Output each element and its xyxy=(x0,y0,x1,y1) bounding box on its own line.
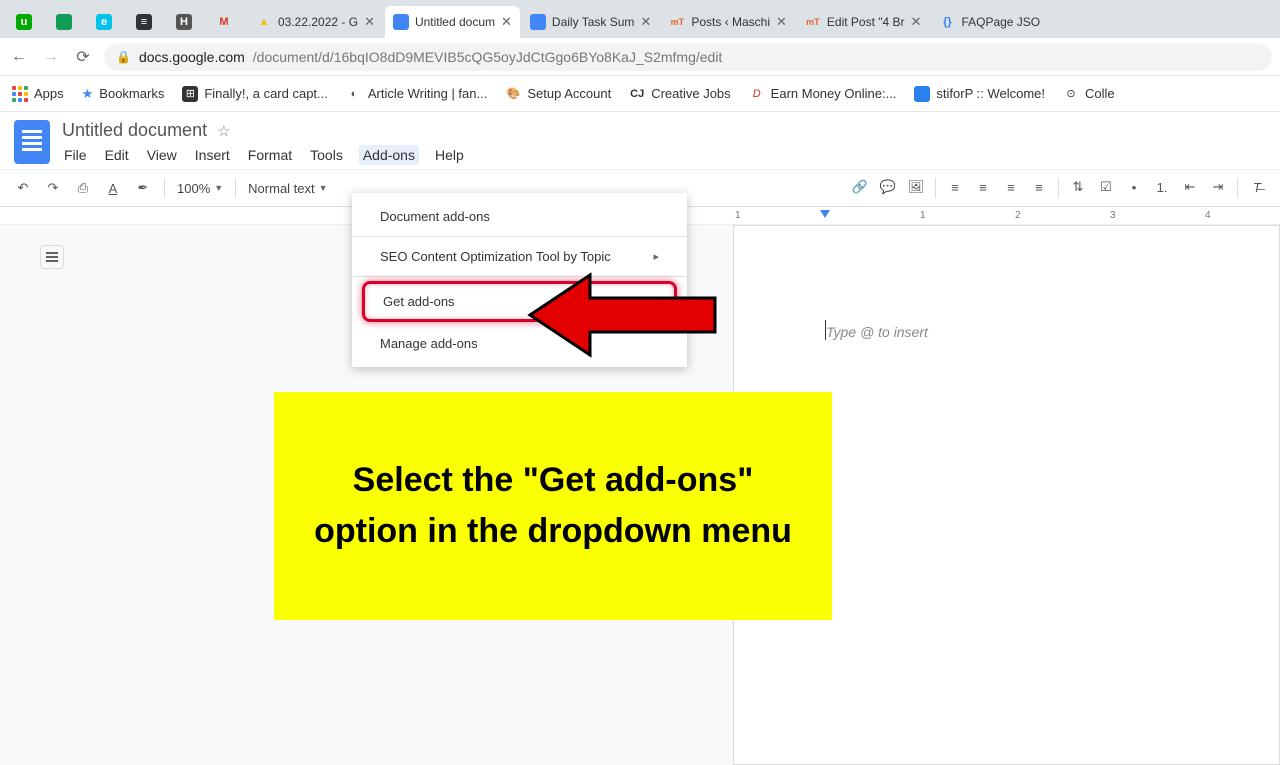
bookmarks-bar: Apps ★Bookmarks ⊞Finally!, a card capt..… xyxy=(0,76,1280,112)
apps-button[interactable]: Apps xyxy=(12,86,64,102)
close-icon[interactable]: ✕ xyxy=(640,14,651,30)
link-icon[interactable]: 🔗 xyxy=(851,178,869,196)
align-left-icon[interactable]: ≡ xyxy=(946,178,964,196)
zoom-select[interactable]: 100%▼ xyxy=(177,181,223,196)
clear-format-icon[interactable]: T̶ xyxy=(1248,178,1266,196)
number-list-icon[interactable]: 1. xyxy=(1153,178,1171,196)
indent-dec-icon[interactable]: ⇤ xyxy=(1181,178,1199,196)
bookmark-bookmarks[interactable]: ★Bookmarks xyxy=(82,86,165,102)
style-select[interactable]: Normal text▼ xyxy=(248,181,327,196)
bookmark-creative[interactable]: CJCreative Jobs xyxy=(629,86,730,102)
line-spacing-icon[interactable]: ⇅ xyxy=(1069,178,1087,196)
bookmark-earn[interactable]: DEarn Money Online:... xyxy=(749,86,897,102)
paint-format-icon[interactable]: ✒ xyxy=(134,179,152,197)
annotation-arrow-icon xyxy=(520,270,720,360)
menu-file[interactable]: File xyxy=(62,145,89,165)
tab-11[interactable]: mTEdit Post "4 Br✕ xyxy=(797,6,930,38)
tab-3[interactable]: e xyxy=(88,6,126,38)
callout-text: Select the "Get add-ons" option in the d… xyxy=(304,455,802,557)
dd-seo-tool[interactable]: SEO Content Optimization Tool by Topic▸ xyxy=(352,239,687,274)
tab-7[interactable]: ▲03.22.2022 - G✕ xyxy=(248,6,383,38)
address-row: ← → ⟳ 🔒 docs.google.com/document/d/16bqI… xyxy=(0,38,1280,76)
align-justify-icon[interactable]: ≡ xyxy=(1030,178,1048,196)
docs-header: Untitled document ☆ File Edit View Inser… xyxy=(0,112,1280,165)
bookmark-colle[interactable]: ⊙Colle xyxy=(1063,86,1115,102)
docs-logo-icon[interactable] xyxy=(14,120,50,164)
checklist-icon[interactable]: ☑ xyxy=(1097,178,1115,196)
spellcheck-icon[interactable]: A xyxy=(104,179,122,197)
indent-inc-icon[interactable]: ⇥ xyxy=(1209,178,1227,196)
url-path: /document/d/16bqIO8dD9MEVIB5cQG5oyJdCtGg… xyxy=(253,49,723,65)
menu-bar: File Edit View Insert Format Tools Add-o… xyxy=(62,145,1266,165)
document-title[interactable]: Untitled document xyxy=(62,120,207,141)
star-icon[interactable]: ☆ xyxy=(217,122,230,140)
lock-icon: 🔒 xyxy=(116,50,131,64)
image-icon[interactable]: 🖼 xyxy=(907,178,925,196)
outline-icon xyxy=(46,256,58,258)
menu-tools[interactable]: Tools xyxy=(308,145,345,165)
dd-document-addons[interactable]: Document add-ons xyxy=(352,199,687,234)
undo-icon[interactable]: ↶ xyxy=(14,179,32,197)
apps-icon xyxy=(12,86,28,102)
outline-button[interactable] xyxy=(40,245,64,269)
tab-9[interactable]: Daily Task Sum✕ xyxy=(522,6,659,38)
menu-insert[interactable]: Insert xyxy=(193,145,232,165)
menu-help[interactable]: Help xyxy=(433,145,466,165)
close-icon[interactable]: ✕ xyxy=(501,14,512,30)
menu-format[interactable]: Format xyxy=(246,145,294,165)
print-icon[interactable]: ⎙ xyxy=(74,179,92,197)
tab-1[interactable]: u xyxy=(8,6,46,38)
bookmark-stiforp[interactable]: stiforP :: Welcome! xyxy=(914,86,1045,102)
align-right-icon[interactable]: ≡ xyxy=(1002,178,1020,196)
back-button[interactable]: ← xyxy=(8,46,30,68)
tab-5[interactable]: H xyxy=(168,6,206,38)
comment-icon[interactable]: 💬 xyxy=(879,178,897,196)
tab-6[interactable]: M xyxy=(208,6,246,38)
menu-addons[interactable]: Add-ons xyxy=(359,145,419,165)
address-bar[interactable]: 🔒 docs.google.com/document/d/16bqIO8dD9M… xyxy=(104,43,1272,71)
url-host: docs.google.com xyxy=(139,49,245,65)
indent-marker-icon[interactable] xyxy=(820,210,830,218)
bullet-list-icon[interactable]: • xyxy=(1125,178,1143,196)
annotation-callout: Select the "Get add-ons" option in the d… xyxy=(274,392,832,620)
menu-edit[interactable]: Edit xyxy=(103,145,131,165)
bookmark-setup[interactable]: 🎨Setup Account xyxy=(505,86,611,102)
tab-active[interactable]: Untitled docum✕ xyxy=(385,6,520,38)
tab-10[interactable]: mTPosts ‹ Maschi✕ xyxy=(661,6,795,38)
bookmark-finally[interactable]: ⊞Finally!, a card capt... xyxy=(182,86,328,102)
tab-12[interactable]: {}FAQPage JSO xyxy=(931,6,1048,38)
tab-2[interactable] xyxy=(48,6,86,38)
tab-4[interactable]: ≡ xyxy=(128,6,166,38)
browser-tabs: u e ≡ H M ▲03.22.2022 - G✕ Untitled docu… xyxy=(0,0,1280,38)
bookmark-article[interactable]: ◐Article Writing | fan... xyxy=(346,86,487,102)
redo-icon[interactable]: ↷ xyxy=(44,179,62,197)
menu-view[interactable]: View xyxy=(145,145,179,165)
reload-button[interactable]: ⟳ xyxy=(72,46,94,68)
close-icon[interactable]: ✕ xyxy=(776,14,787,30)
close-icon[interactable]: ✕ xyxy=(364,14,375,30)
placeholder-text: Type @ to insert xyxy=(826,324,928,340)
forward-button[interactable]: → xyxy=(40,46,62,68)
submenu-arrow-icon: ▸ xyxy=(653,250,659,263)
align-center-icon[interactable]: ≡ xyxy=(974,178,992,196)
close-icon[interactable]: ✕ xyxy=(911,14,922,30)
